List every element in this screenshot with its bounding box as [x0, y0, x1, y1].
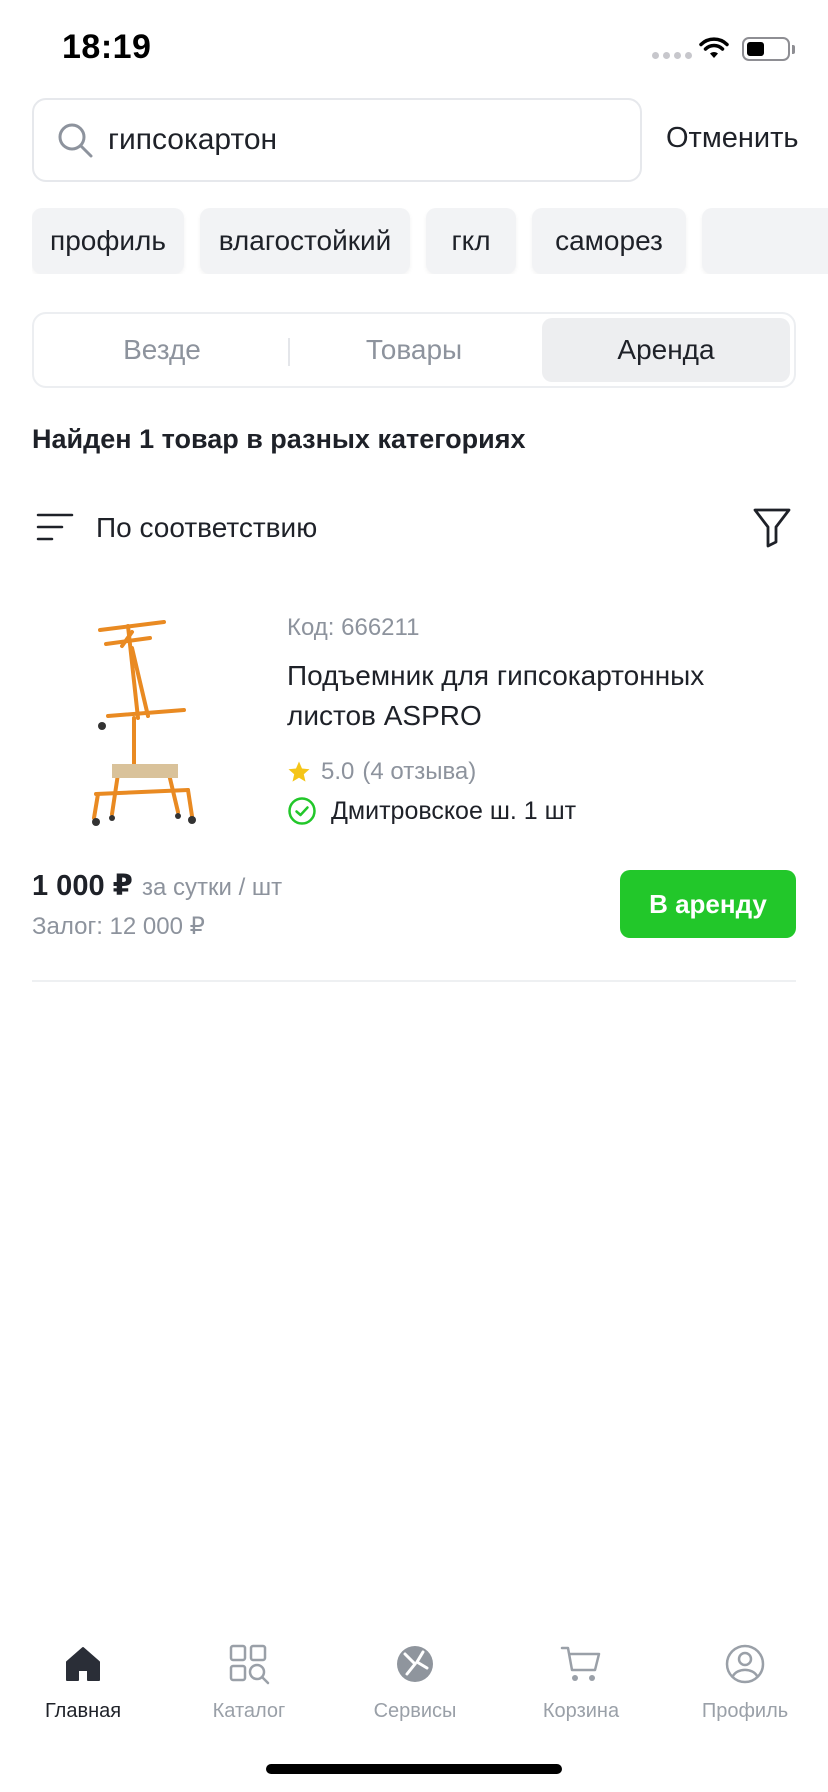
- battery-tip: [792, 45, 795, 54]
- divider: [32, 980, 796, 982]
- price-unit: за сутки / шт: [142, 874, 283, 901]
- product-price: 1 000 ₽: [32, 870, 133, 902]
- category-segmented-control: Везде Товары Аренда: [32, 312, 796, 388]
- search-input[interactable]: [108, 123, 608, 157]
- search-results-screen: 18:19 Отменить профиль влагостойкий гкл …: [0, 0, 828, 1792]
- tab-rent[interactable]: Аренда: [542, 318, 790, 382]
- nav-profile[interactable]: Профиль: [662, 1620, 828, 1723]
- chip-more[interactable]: [702, 208, 828, 274]
- product-code: Код: 666211: [287, 614, 420, 641]
- suggestion-chips: профиль влагостойкий гкл саморез: [32, 208, 828, 274]
- home-icon: [66, 1647, 100, 1681]
- nav-catalog[interactable]: Каталог: [166, 1620, 332, 1723]
- nav-home-label: Главная: [44, 1700, 122, 1722]
- product-title[interactable]: Подъемник для гипсокартонных листов ASPR…: [287, 656, 787, 736]
- nav-home[interactable]: Главная: [0, 1620, 166, 1723]
- nav-profile-label: Профиль: [701, 1700, 789, 1722]
- nav-cart-label: Корзина: [542, 1700, 620, 1722]
- results-title: Найден 1 товар в разных категориях: [32, 424, 526, 454]
- product-image[interactable]: [88, 618, 204, 830]
- bottom-navigation: Главная Каталог Сервисы Корзина Профиль: [0, 1620, 828, 1740]
- nav-services[interactable]: Сервисы: [332, 1620, 498, 1723]
- search-field[interactable]: [32, 98, 642, 182]
- catalog-icon: [229, 1644, 270, 1685]
- chip-gkl[interactable]: гкл: [426, 208, 516, 274]
- battery-icon: [742, 37, 790, 61]
- cellular-signal-icon: [652, 52, 692, 59]
- nav-cart[interactable]: Корзина: [498, 1620, 664, 1723]
- cancel-button[interactable]: Отменить: [666, 122, 799, 155]
- sort-icon[interactable]: [36, 512, 74, 542]
- tab-everywhere[interactable]: Везде: [38, 318, 286, 382]
- star-icon: [288, 761, 310, 782]
- deposit: Залог: 12 000 ₽: [32, 913, 205, 940]
- home-indicator: [266, 1764, 562, 1774]
- chip-profile[interactable]: профиль: [32, 208, 184, 274]
- availability: Дмитровское ш. 1 шт: [287, 796, 576, 826]
- filter-icon[interactable]: [752, 506, 792, 548]
- profile-icon: [725, 1644, 765, 1684]
- cart-icon: [560, 1646, 601, 1681]
- product-rating: 5.0 (4 отзыва): [287, 758, 476, 786]
- nav-services-label: Сервисы: [373, 1700, 457, 1722]
- availability-text: Дмитровское ш. 1 шт: [331, 796, 577, 825]
- search-icon: [58, 123, 93, 158]
- services-icon: [397, 1646, 433, 1682]
- status-time: 18:19: [62, 28, 152, 66]
- check-circle-icon: [288, 797, 316, 825]
- sort-label[interactable]: По соответствию: [96, 512, 317, 544]
- wifi-icon: [699, 37, 729, 58]
- chip-screw[interactable]: саморез: [532, 208, 686, 274]
- rating-value: 5.0: [321, 758, 355, 785]
- status-bar: 18:19: [0, 0, 828, 100]
- tab-goods[interactable]: Товары: [290, 318, 538, 382]
- rent-button[interactable]: В аренду: [620, 870, 796, 938]
- nav-catalog-label: Каталог: [212, 1700, 286, 1722]
- reviews-count[interactable]: (4 отзыва): [362, 758, 476, 786]
- chip-moisture-resistant[interactable]: влагостойкий: [200, 208, 410, 274]
